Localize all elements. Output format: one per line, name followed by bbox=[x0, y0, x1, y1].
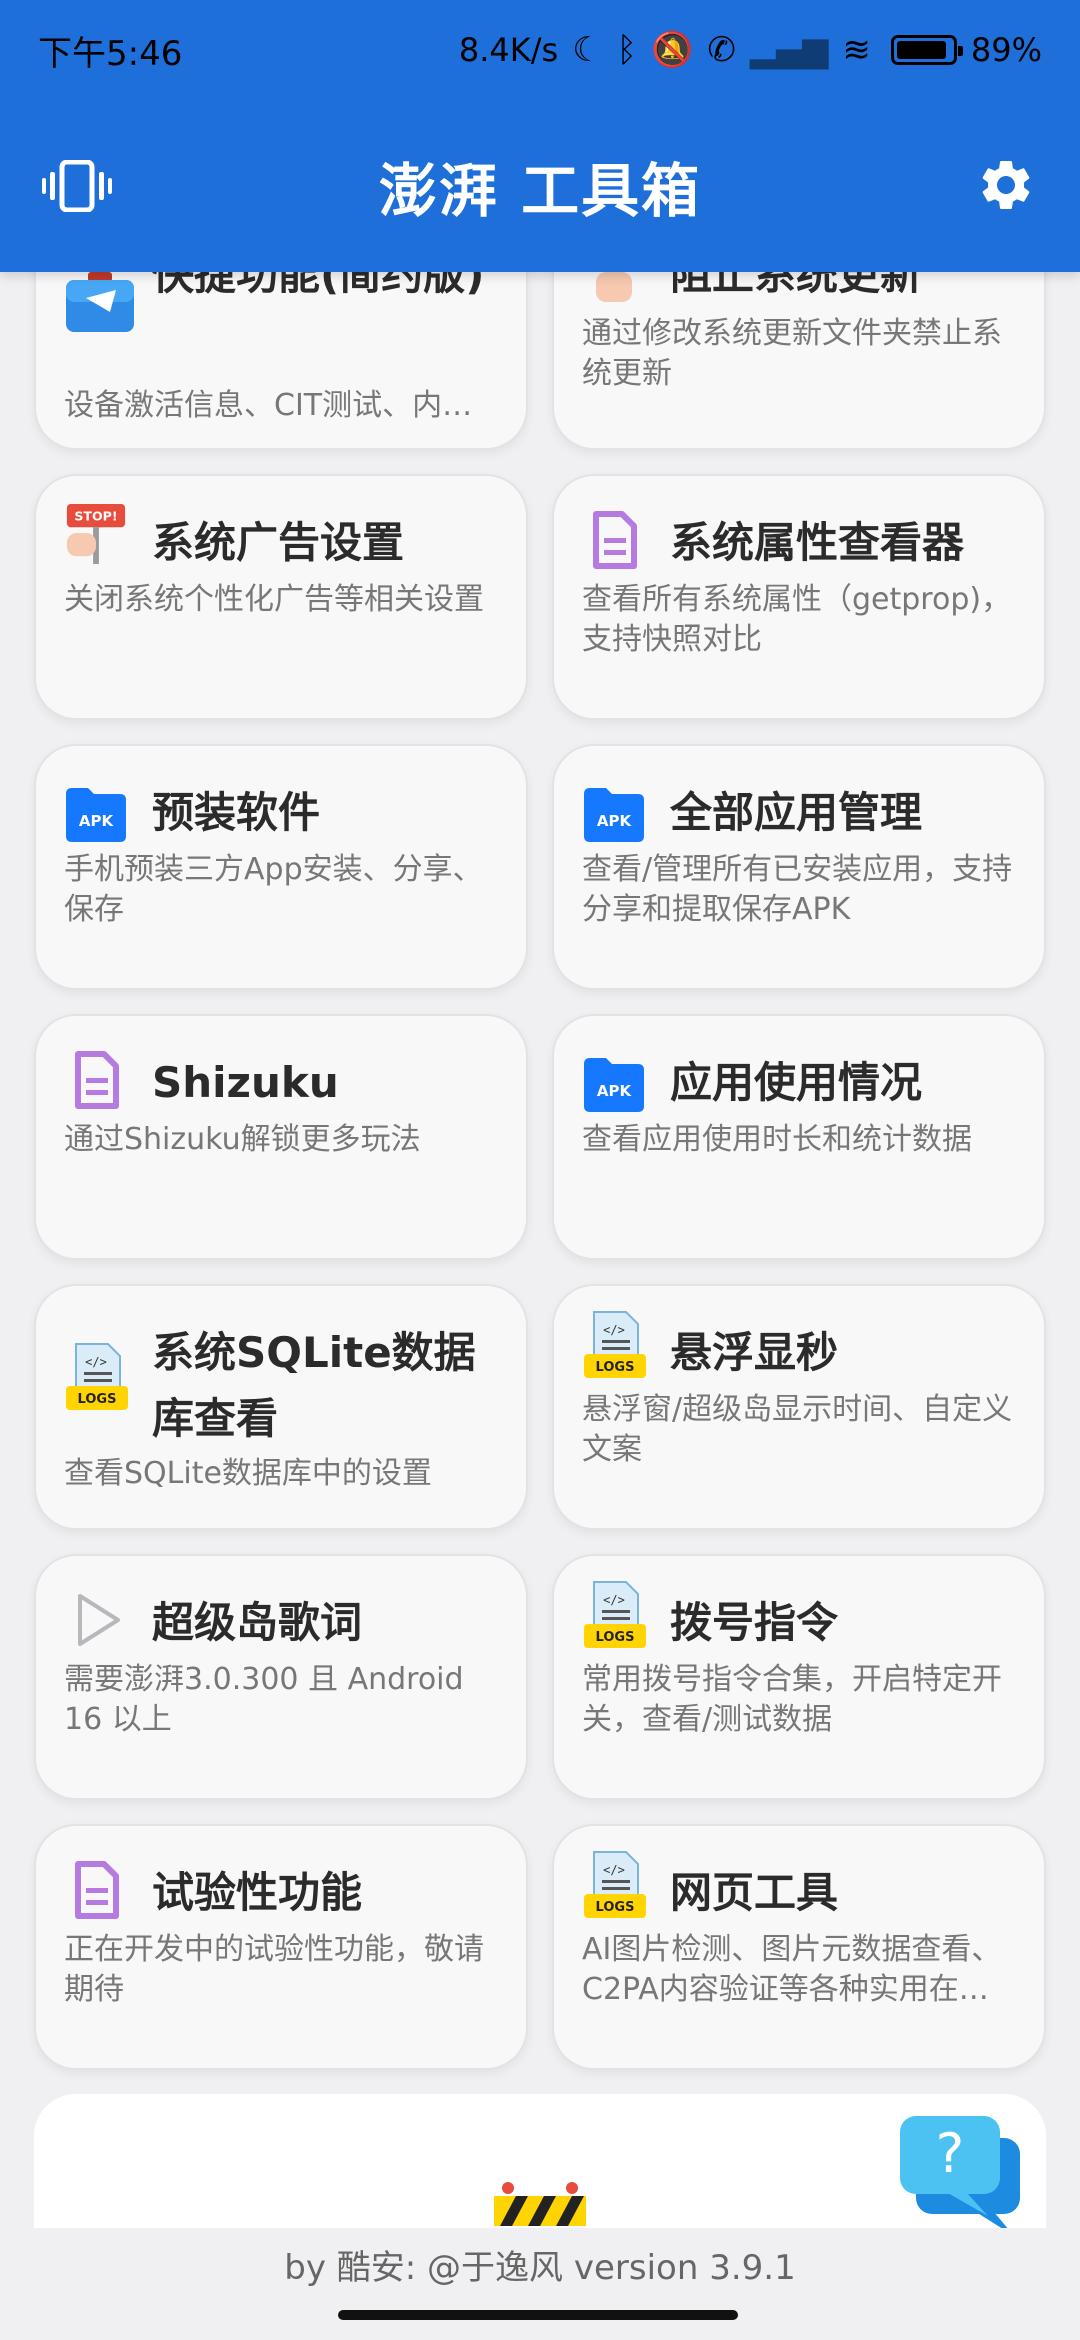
stop-sign-icon: STOP! bbox=[66, 503, 126, 565]
svg-text:</>: </> bbox=[603, 1863, 625, 1877]
apk-label: APK bbox=[597, 812, 633, 830]
gear-icon[interactable] bbox=[976, 155, 1036, 215]
logs-label: LOGS bbox=[596, 1360, 635, 1375]
help-chat-icon[interactable]: ? bbox=[896, 2112, 1026, 2238]
svg-text:</>: </> bbox=[603, 1323, 625, 1337]
tool-desc: AI图片检测、图片元数据查看、C2PA内容验证等各种实用在… bbox=[582, 1932, 1002, 2007]
battery-percent: 89% bbox=[970, 31, 1042, 69]
stop-label: STOP! bbox=[74, 508, 117, 523]
tool-title: 拨号指令 bbox=[670, 1598, 839, 1647]
tool-card-sqlite-viewer[interactable]: </> LOGS 系统SQLite数据库查看 查看SQLite数据库中的设置 bbox=[34, 1284, 528, 1530]
help-label: ? bbox=[936, 2122, 965, 2185]
tool-title: 系统属性查看器 bbox=[670, 518, 965, 567]
tool-title: 试验性功能 bbox=[152, 1868, 363, 1917]
tool-grid: 快捷功能(简约版) 设备激活信息、CIT测试、内… 阻止系统更新 通过修改系统更… bbox=[0, 0, 1080, 2340]
tool-title: Shizuku bbox=[152, 1058, 339, 1107]
tool-card-web-tools[interactable]: </> LOGS 网页工具 AI图片检测、图片元数据查看、C2PA内容验证等各种… bbox=[552, 1824, 1046, 2070]
tool-desc: 关闭系统个性化广告等相关设置 bbox=[64, 582, 484, 617]
tool-title: 系统广告设置 bbox=[152, 518, 405, 567]
apk-label: APK bbox=[79, 812, 115, 830]
network-speed: 8.4K/s bbox=[458, 31, 559, 69]
briefcase-icon bbox=[66, 272, 134, 332]
status-bar: 下午5:46 8.4K/s ☾ ᛒ 🔕 ✆ ▂▄▆ ≋ 89% bbox=[0, 0, 1080, 100]
tool-desc: 需要澎湃3.0.300 且 Android 16 以上 bbox=[64, 1662, 464, 1737]
tool-desc: 通过Shizuku解锁更多玩法 bbox=[64, 1122, 421, 1157]
apk-folder-icon: APK bbox=[66, 788, 126, 842]
tool-card-shizuku[interactable]: Shizuku 通过Shizuku解锁更多玩法 bbox=[34, 1014, 528, 1260]
tool-desc: 通过修改系统更新文件夹禁止系统更新 bbox=[582, 316, 1002, 391]
svg-text:</>: </> bbox=[603, 1593, 625, 1607]
tool-card-preinstalled-apps[interactable]: APK 预装软件 手机预装三方App安装、分享、保存 bbox=[34, 744, 528, 990]
home-indicator[interactable] bbox=[338, 2310, 738, 2320]
logs-label: LOGS bbox=[78, 1392, 117, 1407]
page-title: 澎湃 工具箱 bbox=[378, 157, 702, 225]
tool-title: 悬浮显秒 bbox=[670, 1328, 839, 1377]
tool-card-all-apps[interactable]: APK 全部应用管理 查看/管理所有已安装应用，支持分享和提取保存APK bbox=[552, 744, 1046, 990]
svg-text:</>: </> bbox=[85, 1355, 107, 1369]
tool-card-floating-seconds[interactable]: </> LOGS 悬浮显秒 悬浮窗/超级岛显示时间、自定义文案 bbox=[552, 1284, 1046, 1530]
app-bar: 澎湃 工具箱 bbox=[0, 100, 1080, 272]
apk-folder-icon: APK bbox=[584, 788, 644, 842]
logs-icon: </> LOGS bbox=[584, 1851, 646, 1918]
tool-title: 应用使用情况 bbox=[670, 1058, 923, 1107]
tool-card-dial-codes[interactable]: </> LOGS 拨号指令 常用拨号指令合集，开启特定开关，查看/测试数据 bbox=[552, 1554, 1046, 1800]
tool-desc: 设备激活信息、CIT测试、内… bbox=[64, 388, 473, 423]
footer-credit: by 酷安: @于逸风 version 3.9.1 bbox=[284, 2248, 796, 2288]
tool-desc: 正在开发中的试验性功能，敬请期待 bbox=[64, 1932, 484, 2007]
tool-title: 预装软件 bbox=[152, 788, 321, 837]
document-icon bbox=[593, 511, 637, 569]
vibrate-icon[interactable] bbox=[42, 160, 112, 212]
tool-title: 超级岛歌词 bbox=[152, 1598, 363, 1647]
status-icons: 8.4K/s ☾ ᛒ 🔕 ✆ ▂▄▆ ≋ 89% bbox=[459, 30, 1042, 70]
tool-card-experimental[interactable]: 试验性功能 正在开发中的试验性功能，敬请期待 bbox=[34, 1824, 528, 2070]
tool-desc: 悬浮窗/超级岛显示时间、自定义文案 bbox=[582, 1392, 1013, 1467]
tool-title: 网页工具 bbox=[670, 1868, 839, 1917]
tool-title: 系统SQLite数据库查看 bbox=[152, 1328, 476, 1443]
signal-icon: ▂▄▆ bbox=[749, 30, 829, 70]
tool-desc: 查看应用使用时长和统计数据 bbox=[582, 1122, 972, 1157]
apk-folder-icon: APK bbox=[584, 1058, 644, 1112]
apk-label: APK bbox=[597, 1082, 633, 1100]
tool-card-ad-settings[interactable]: STOP! 系统广告设置 关闭系统个性化广告等相关设置 bbox=[34, 474, 528, 720]
tool-title: 全部应用管理 bbox=[670, 788, 923, 837]
tool-desc: 手机预装三方App安装、分享、保存 bbox=[64, 852, 483, 927]
document-icon bbox=[75, 1861, 119, 1919]
logs-label: LOGS bbox=[596, 1630, 635, 1645]
play-icon bbox=[78, 1594, 120, 1646]
tool-card-app-usage[interactable]: APK 应用使用情况 查看应用使用时长和统计数据 bbox=[552, 1014, 1046, 1260]
wifi-icon: ≋ bbox=[842, 30, 871, 70]
tool-desc: 常用拨号指令合集，开启特定开关，查看/测试数据 bbox=[582, 1662, 1002, 1737]
document-icon bbox=[75, 1051, 119, 1109]
app-header: 下午5:46 8.4K/s ☾ ᛒ 🔕 ✆ ▂▄▆ ≋ 89% 澎湃 工具箱 bbox=[0, 0, 1080, 272]
bluetooth-icon: ᛒ bbox=[616, 30, 638, 70]
bell-off-icon: 🔕 bbox=[651, 30, 694, 70]
construction-barrier-icon bbox=[494, 2182, 586, 2226]
tool-card-island-lyrics[interactable]: 超级岛歌词 需要澎湃3.0.300 且 Android 16 以上 bbox=[34, 1554, 528, 1800]
phone-missed-icon: ✆ bbox=[707, 30, 736, 70]
footer: by 酷安: @于逸风 version 3.9.1 bbox=[0, 2228, 1080, 2340]
moon-icon: ☾ bbox=[572, 30, 603, 70]
battery-icon bbox=[890, 35, 963, 65]
logs-icon: </> LOGS bbox=[584, 1581, 646, 1648]
logs-icon: </> LOGS bbox=[66, 1343, 128, 1410]
tool-desc: 查看SQLite数据库中的设置 bbox=[64, 1456, 432, 1491]
logs-icon: </> LOGS bbox=[584, 1311, 646, 1378]
tool-card-prop-viewer[interactable]: 系统属性查看器 查看所有系统属性（getprop)，支持快照对比 bbox=[552, 474, 1046, 720]
status-time: 下午5:46 bbox=[38, 33, 183, 74]
tool-desc: 查看/管理所有已安装应用，支持分享和提取保存APK bbox=[582, 852, 1013, 927]
logs-label: LOGS bbox=[596, 1900, 635, 1915]
tool-desc: 查看所有系统属性（getprop)，支持快照对比 bbox=[582, 582, 1012, 657]
